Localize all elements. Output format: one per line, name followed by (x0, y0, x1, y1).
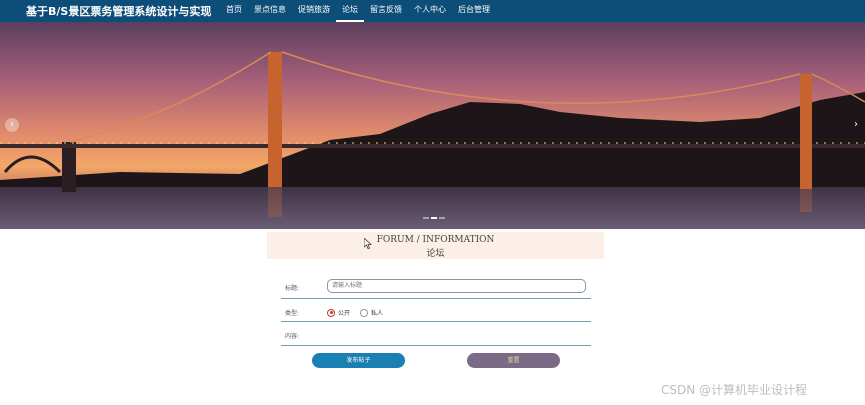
nav-item-home[interactable]: 首页 (220, 0, 248, 22)
form-row-content[interactable]: 内容: (281, 326, 591, 346)
nav-item-feedback[interactable]: 留言反馈 (364, 0, 408, 22)
form-row-title: 标题: (281, 279, 591, 299)
site-title: 基于B/S景区票务管理系统设计与实现 (26, 5, 212, 18)
radio-unchecked-icon (360, 308, 369, 317)
carousel-dot[interactable] (423, 217, 429, 219)
nav-item-personal-center[interactable]: 个人中心 (408, 0, 452, 22)
radio-private-label: 私人 (371, 310, 384, 317)
chevron-left-icon: ‹ (10, 119, 14, 130)
form-row-type: 类型: 公开 私人 (281, 303, 591, 322)
banner-image (0, 22, 865, 229)
type-label: 类型: (285, 310, 300, 317)
reset-button[interactable]: 重置 (467, 353, 560, 368)
carousel-prev-button[interactable]: ‹ (5, 118, 19, 132)
nav-item-forum[interactable]: 论坛 (336, 0, 364, 22)
main-nav: 首页 景点信息 促销旅游 论坛 留言反馈 个人中心 后台管理 (220, 0, 496, 22)
forum-title-cn: 论坛 (426, 249, 445, 259)
radio-private[interactable]: 私人 (360, 308, 383, 317)
nav-item-attractions[interactable]: 景点信息 (248, 0, 292, 22)
nav-item-admin[interactable]: 后台管理 (452, 0, 496, 22)
content-label: 内容: (285, 333, 300, 340)
radio-public[interactable]: 公开 (327, 308, 350, 317)
banner-carousel: ‹ › (0, 22, 865, 229)
publish-post-button[interactable]: 发布帖子 (312, 353, 405, 368)
title-label: 标题: (285, 285, 300, 292)
carousel-indicators (423, 217, 445, 219)
forum-title-en: FORUM / INFORMATION (376, 235, 495, 245)
title-input[interactable] (327, 279, 586, 293)
chevron-right-icon: › (854, 119, 858, 130)
mouse-pointer-icon (364, 238, 372, 249)
carousel-dot-active[interactable] (431, 217, 437, 219)
forum-section-header: FORUM / INFORMATION 论坛 (267, 232, 604, 259)
carousel-dot[interactable] (439, 217, 445, 219)
watermark: CSDN @计算机毕业设计程 (661, 383, 808, 397)
radio-public-label: 公开 (338, 310, 351, 317)
type-radio-group: 公开 私人 (327, 308, 383, 317)
nav-item-promotions[interactable]: 促销旅游 (292, 0, 336, 22)
carousel-next-button[interactable]: › (849, 118, 863, 132)
radio-checked-icon (327, 308, 335, 317)
top-navbar: 基于B/S景区票务管理系统设计与实现 首页 景点信息 促销旅游 论坛 留言反馈 … (0, 0, 865, 22)
